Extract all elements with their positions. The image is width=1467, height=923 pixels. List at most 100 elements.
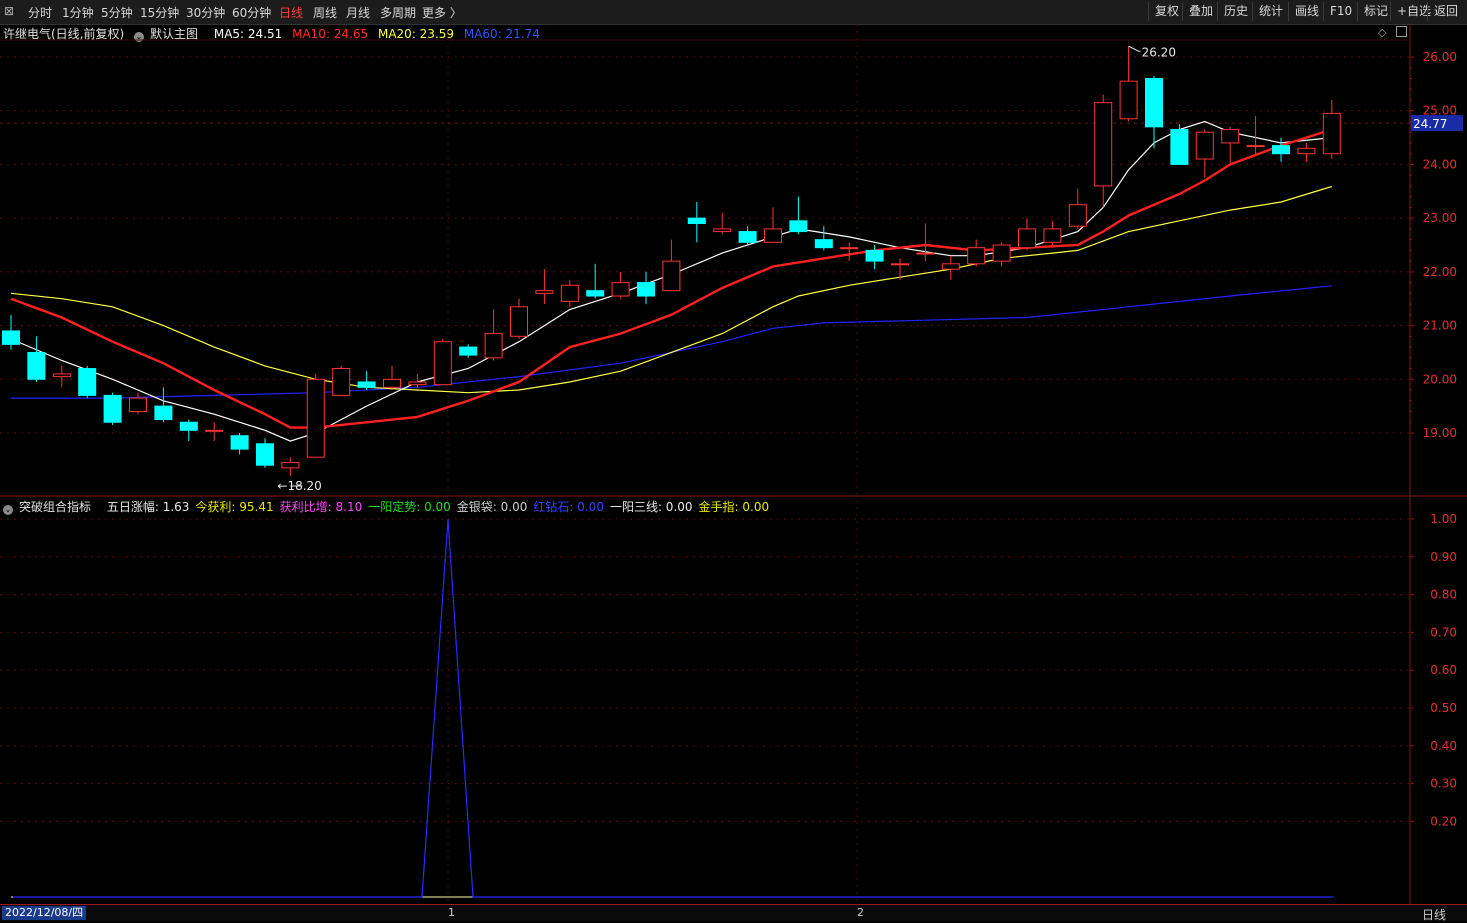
candle bbox=[1018, 218, 1036, 251]
candle-body bbox=[1272, 145, 1290, 155]
candle bbox=[1043, 220, 1062, 245]
candle-body bbox=[408, 381, 427, 386]
candle bbox=[484, 309, 503, 361]
y-tick-label: 24.00 bbox=[1423, 157, 1457, 171]
candle-body bbox=[891, 263, 909, 266]
candle bbox=[179, 419, 198, 442]
candle-body bbox=[560, 284, 579, 302]
candle-body bbox=[383, 378, 401, 388]
candle bbox=[687, 202, 706, 243]
max-pointer bbox=[1128, 45, 1141, 52]
min-price-label: ←18.20 bbox=[277, 479, 321, 493]
candle-body bbox=[52, 373, 71, 378]
candle bbox=[205, 422, 224, 442]
candle-body bbox=[789, 220, 808, 233]
candle-body bbox=[1170, 129, 1189, 165]
candle bbox=[662, 239, 681, 292]
candle bbox=[281, 457, 300, 476]
candle bbox=[459, 344, 478, 358]
candle-body bbox=[662, 260, 681, 292]
candle bbox=[992, 242, 1011, 267]
month-marker-1: 1 bbox=[448, 906, 455, 919]
candle bbox=[941, 255, 960, 280]
candle bbox=[611, 271, 630, 299]
candle-body bbox=[814, 239, 833, 249]
candle-body bbox=[103, 394, 122, 423]
candle bbox=[1246, 116, 1265, 154]
candle-body bbox=[1297, 147, 1316, 155]
candle-body bbox=[1246, 145, 1265, 148]
candle bbox=[383, 365, 401, 391]
candle bbox=[967, 239, 986, 267]
candle bbox=[560, 279, 579, 307]
candle-body bbox=[713, 228, 732, 233]
candle-body bbox=[179, 421, 198, 431]
candle bbox=[1145, 75, 1163, 149]
candle-body bbox=[611, 282, 630, 297]
candle-body bbox=[637, 282, 655, 297]
sub-y-tick-label: 0.60 bbox=[1430, 663, 1457, 677]
candle bbox=[332, 365, 351, 396]
candle-body bbox=[357, 381, 376, 388]
candle-body bbox=[1094, 102, 1113, 187]
candle-body bbox=[992, 244, 1011, 262]
ma60-line bbox=[11, 285, 1332, 399]
candle-body bbox=[1119, 80, 1138, 120]
period-label: 日线 bbox=[1422, 908, 1447, 922]
candle bbox=[306, 373, 325, 458]
candle-body bbox=[687, 217, 706, 225]
candle-body bbox=[2, 330, 20, 345]
candle-body bbox=[1043, 228, 1062, 243]
sub-y-tick-label: 0.90 bbox=[1430, 550, 1457, 564]
candle-body bbox=[941, 263, 960, 270]
candle-body bbox=[459, 346, 478, 356]
candle bbox=[535, 269, 554, 305]
candle bbox=[78, 365, 97, 399]
candle bbox=[814, 226, 833, 251]
candle-body bbox=[27, 351, 46, 380]
candle bbox=[916, 223, 935, 262]
candle-body bbox=[256, 443, 274, 466]
candle bbox=[1221, 126, 1240, 165]
y-tick-label: 26.00 bbox=[1423, 50, 1457, 64]
candle-body bbox=[967, 247, 986, 265]
candle-body bbox=[1068, 204, 1087, 227]
candle-body bbox=[738, 231, 757, 243]
sub-y-tick-label: 0.70 bbox=[1430, 625, 1457, 639]
candle-body bbox=[1195, 131, 1214, 160]
candle bbox=[1195, 129, 1214, 178]
cursor-date: 2022/12/08/四 bbox=[2, 906, 87, 920]
candle bbox=[129, 392, 147, 415]
candle bbox=[1094, 94, 1113, 208]
sub-y-tick-label: 0.20 bbox=[1430, 814, 1457, 828]
y-tick-label: 21.00 bbox=[1423, 319, 1457, 333]
candle bbox=[52, 365, 71, 388]
candle-body bbox=[281, 462, 300, 469]
sub-y-tick-label: 0.40 bbox=[1430, 739, 1457, 753]
candle bbox=[1322, 99, 1341, 160]
y-tick-label: 22.00 bbox=[1423, 265, 1457, 279]
candle bbox=[789, 196, 808, 235]
candle-body bbox=[1145, 77, 1163, 128]
candle-body bbox=[840, 247, 859, 250]
candle-body bbox=[916, 252, 935, 255]
sub-y-tick-label: 0.30 bbox=[1430, 777, 1457, 791]
candle-body bbox=[306, 378, 325, 458]
candle-body bbox=[1322, 112, 1341, 155]
y-tick-label: 20.00 bbox=[1423, 372, 1457, 386]
stock-chart[interactable]: 26.20←18.20 26.0025.0024.0023.0022.0021.… bbox=[0, 0, 1467, 904]
candle bbox=[586, 263, 605, 299]
candle-body bbox=[205, 429, 224, 432]
candle bbox=[840, 242, 859, 262]
candle bbox=[433, 339, 452, 386]
candle bbox=[2, 314, 20, 350]
candle-body bbox=[230, 435, 249, 450]
candle bbox=[357, 371, 376, 391]
candle bbox=[637, 271, 655, 305]
max-price-label: 26.20 bbox=[1142, 45, 1176, 59]
candle bbox=[1170, 124, 1189, 165]
candle bbox=[713, 212, 732, 235]
candle-body bbox=[1018, 228, 1036, 249]
candle-body bbox=[764, 228, 782, 243]
candle-body bbox=[129, 397, 147, 413]
